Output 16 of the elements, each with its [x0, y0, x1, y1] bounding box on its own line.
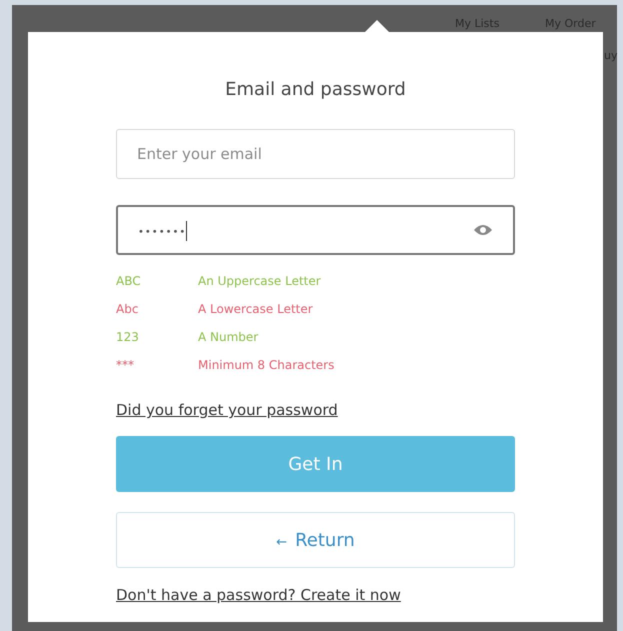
email-field[interactable]: Enter your email: [116, 129, 515, 179]
rule-label: A Number: [198, 329, 258, 346]
get-in-button[interactable]: Get In: [116, 436, 515, 492]
dialog-title: Email and password: [224, 78, 407, 102]
rule-sample: Abc: [116, 301, 140, 318]
rule-label: Minimum 8 Characters: [198, 357, 334, 374]
rule-sample: 123: [116, 329, 140, 346]
rule-sample: ABC: [116, 273, 142, 290]
rule-sample: ***: [116, 357, 135, 374]
rule-label: An Uppercase Letter: [198, 273, 321, 290]
create-password-link[interactable]: Don't have a password? Create it now: [116, 584, 401, 606]
rule-label: A Lowercase Letter: [198, 301, 313, 318]
forgot-password-link[interactable]: Did you forget your password: [116, 399, 338, 422]
password-field[interactable]: •••••••: [116, 205, 515, 255]
return-button[interactable]: ← Return: [116, 512, 515, 568]
eye-icon[interactable]: [473, 223, 493, 237]
